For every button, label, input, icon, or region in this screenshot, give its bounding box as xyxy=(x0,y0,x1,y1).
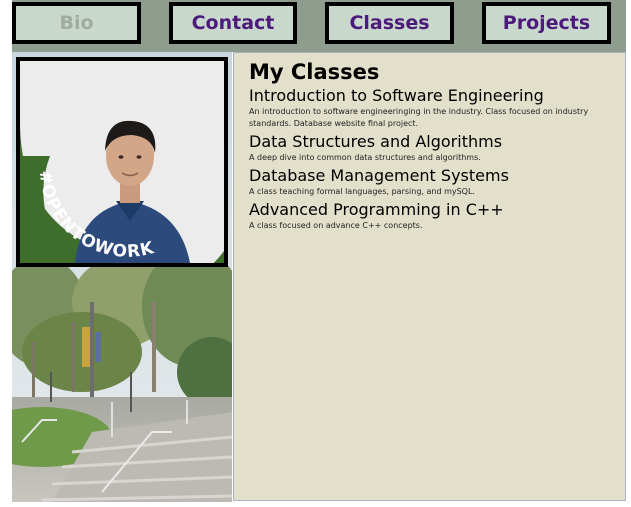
class-description: A class teaching formal languages, parsi… xyxy=(249,187,475,196)
class-title: Data Structures and Algorithms xyxy=(249,132,503,151)
sidebar-image-column: #OPENTOWORK xyxy=(12,52,232,502)
nav-button-bio[interactable]: Bio xyxy=(12,2,141,44)
nav-button-contact[interactable]: Contact xyxy=(169,2,297,44)
class-item: Database Management Systems A class teac… xyxy=(249,165,615,198)
class-description: An introduction to software engineeringi… xyxy=(249,107,589,128)
class-item: Advanced Programming in C++ A class focu… xyxy=(249,199,615,232)
class-item: Data Structures and Algorithms A deep di… xyxy=(249,131,615,164)
class-title: Database Management Systems xyxy=(249,166,509,185)
page-title: My Classes xyxy=(249,60,380,84)
class-description: A class focused on advance C++ concepts. xyxy=(249,221,423,230)
profile-photo-frame: #OPENTOWORK xyxy=(16,57,228,267)
class-title: Introduction to Software Engineering xyxy=(249,86,544,105)
class-description: A deep dive into common data structures … xyxy=(249,153,481,162)
nav-button-classes[interactable]: Classes xyxy=(325,2,454,44)
profile-avatar: #OPENTOWORK xyxy=(20,61,224,263)
nav-button-projects[interactable]: Projects xyxy=(482,2,611,44)
classes-panel: My Classes Introduction to Software Engi… xyxy=(233,52,626,501)
class-title: Advanced Programming in C++ xyxy=(249,200,504,219)
class-item: Introduction to Software Engineering An … xyxy=(249,85,615,130)
top-navigation: Bio Contact Classes Projects xyxy=(0,0,631,52)
